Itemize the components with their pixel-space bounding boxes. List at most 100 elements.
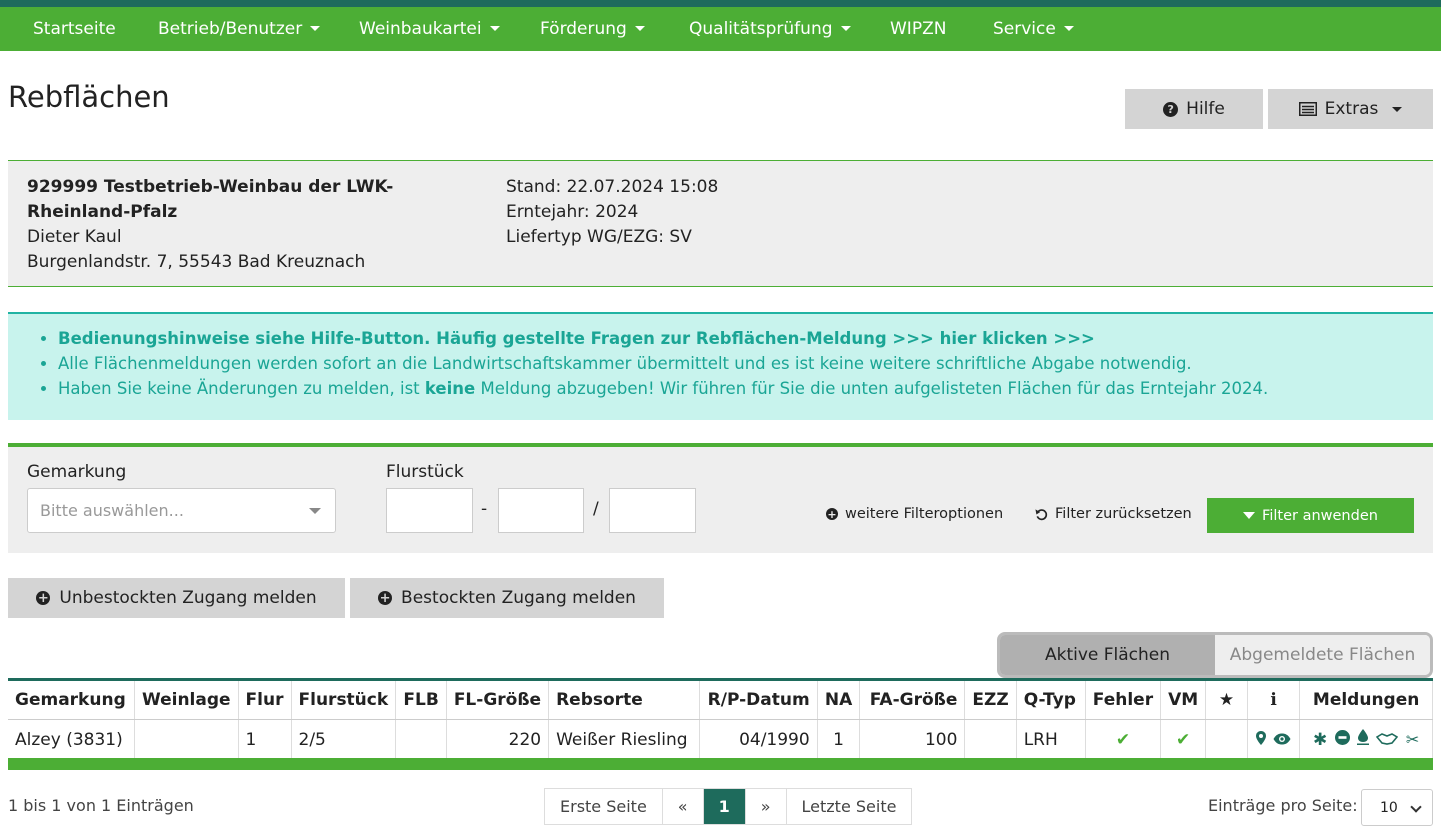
chevron-down-icon [310,25,321,31]
entries-summary: 1 bis 1 von 1 Einträgen [8,796,194,815]
info-notice: Bedienungshinweise siehe Hilfe-Button. H… [8,312,1433,420]
company-contact: Dieter Kaul [27,227,122,247]
undo-icon [1035,508,1048,520]
col-fa-groesse[interactable]: FA-Größe [859,678,966,720]
check-icon: ✔ [1160,719,1207,760]
report-bestockt-button[interactable]: + Bestockten Zugang melden [350,578,664,618]
help-button[interactable]: ? Hilfe [1125,89,1263,129]
current-page-button[interactable]: 1 [703,789,746,824]
cell-meldungen: ✱ ✂ [1299,719,1433,760]
chevron-down-icon [489,25,500,31]
flurstueck-label: Flurstück [386,462,464,482]
flurstueck-nenner-input[interactable] [609,488,696,533]
more-filter-options-button[interactable]: + weitere Filteroptionen [826,506,1003,522]
cell-fa-groesse: 100 [859,719,966,760]
tab-active-areas[interactable]: Aktive Flächen [1000,635,1215,675]
col-meldungen: Meldungen [1299,678,1433,720]
flurstueck-zaehler-input[interactable] [498,488,584,533]
col-vm[interactable]: VM [1160,678,1207,720]
nav-service[interactable]: Service [993,7,1074,51]
liefertyp: Liefertyp WG/EZG: SV [506,227,692,247]
company-info-panel: 929999 Testbetrieb-Weinbau der LWK-Rhein… [8,160,1433,287]
last-page-button[interactable]: Letzte Seite [786,789,912,824]
eye-icon[interactable] [1273,731,1291,749]
flur-input[interactable] [386,488,473,533]
col-rp-datum[interactable]: R/P-Datum [699,678,818,720]
stand-date: Stand: 22.07.2024 15:08 [506,177,719,197]
cell-flur: 1 [238,719,292,760]
nav-weinbaukartei[interactable]: Weinbaukartei [359,7,500,51]
col-flurstueck[interactable]: Flurstück [291,678,397,720]
nav-startseite[interactable]: Startseite [33,7,116,51]
filter-panel: Gemarkung Bitte auswählen... Flurstück -… [8,443,1433,553]
separator-dash: - [481,499,488,519]
col-fehler[interactable]: Fehler [1085,678,1162,720]
chevron-down-icon [1063,25,1074,31]
tab-deregistered-areas[interactable]: Abgemeldete Flächen [1215,635,1430,675]
plus-circle-icon: + [36,590,51,606]
filter-icon [1243,512,1256,519]
chevron-down-icon [634,25,645,31]
col-rebsorte[interactable]: Rebsorte [548,678,700,720]
col-weinlage[interactable]: Weinlage [134,678,239,720]
page-title: Rebflächen [8,80,170,114]
next-page-button[interactable]: » [745,789,787,824]
cell-fl-groesse: 220 [446,719,550,760]
col-fl-groesse[interactable]: FL-Größe [446,678,550,720]
cell-q-typ: LRH [1016,719,1086,760]
handshake-icon[interactable] [1376,731,1399,749]
gemarkung-select[interactable]: Bitte auswählen... [27,488,336,533]
report-unbestockt-button[interactable]: + Unbestockten Zugang melden [8,578,345,618]
col-ezz[interactable]: EZZ [964,678,1017,720]
table-header-row: Gemarkung Weinlage Flur Flurstück FLB FL… [8,678,1433,720]
per-page-select[interactable]: 10 [1361,789,1433,826]
prev-page-button[interactable]: « [662,789,704,824]
rebflaechen-table: Gemarkung Weinlage Flur Flurstück FLB FL… [8,678,1433,760]
info-circle-icon: ℹ [1247,678,1301,720]
asterisk-icon[interactable]: ✱ [1313,730,1327,750]
cell-gemarkung: Alzey (3831) [8,719,135,760]
cell-rp-datum: 04/1990 [699,719,818,760]
first-page-button[interactable]: Erste Seite [545,789,663,824]
cell-star [1205,719,1248,760]
table-footer-bar [8,758,1433,770]
separator-slash: / [593,499,599,519]
col-flur[interactable]: Flur [238,678,292,720]
apply-filter-button[interactable]: Filter anwenden [1207,498,1414,533]
nav-betrieb-benutzer[interactable]: Betrieb/Benutzer [158,7,321,51]
cell-weinlage [134,719,239,760]
gemarkung-placeholder: Bitte auswählen... [40,501,184,520]
area-status-toggle: Aktive Flächen Abgemeldete Flächen [997,632,1433,678]
extras-button[interactable]: Extras [1268,89,1433,129]
nav-foerderung[interactable]: Förderung [540,7,645,51]
notice-item: Alle Flächenmeldungen werden sofort an d… [58,351,1268,376]
cell-flb [395,719,447,760]
table-row: Alzey (3831) 1 2/5 220 Weißer Riesling 0… [8,719,1433,760]
erntejahr: Erntejahr: 2024 [506,202,639,222]
cell-info-actions [1247,719,1301,760]
company-address: Burgenlandstr. 7, 55543 Bad Kreuznach [27,252,366,272]
notice-help-link[interactable]: Bedienungshinweise siehe Hilfe-Button. H… [58,326,1268,351]
main-navbar: Startseite Betrieb/Benutzer Weinbaukarte… [0,7,1441,51]
col-na[interactable]: NA [817,678,861,720]
chevron-down-icon [1392,106,1403,112]
pagination: Erste Seite « 1 » Letzte Seite [544,788,913,825]
per-page-label: Einträge pro Seite: [1208,796,1358,815]
nav-wipzn[interactable]: WIPZN [890,7,946,51]
map-marker-icon[interactable] [1255,730,1266,749]
reset-filter-button[interactable]: Filter zurücksetzen [1035,506,1192,522]
col-gemarkung[interactable]: Gemarkung [8,678,135,720]
top-accent-bar [0,0,1441,7]
tint-icon[interactable] [1357,729,1370,749]
plus-circle-icon: + [826,507,838,521]
minus-circle-icon[interactable] [1334,730,1350,749]
scissors-icon[interactable]: ✂ [1406,730,1419,749]
col-flb[interactable]: FLB [395,678,447,720]
nav-qualitaetspruefung[interactable]: Qualitätsprüfung [689,7,851,51]
cell-rebsorte: Weißer Riesling [548,719,700,760]
star-icon: ★ [1205,678,1248,720]
col-q-typ[interactable]: Q-Typ [1016,678,1086,720]
cell-flurstueck: 2/5 [291,719,397,760]
chevron-down-icon [840,25,851,31]
gemarkung-label: Gemarkung [27,462,127,482]
